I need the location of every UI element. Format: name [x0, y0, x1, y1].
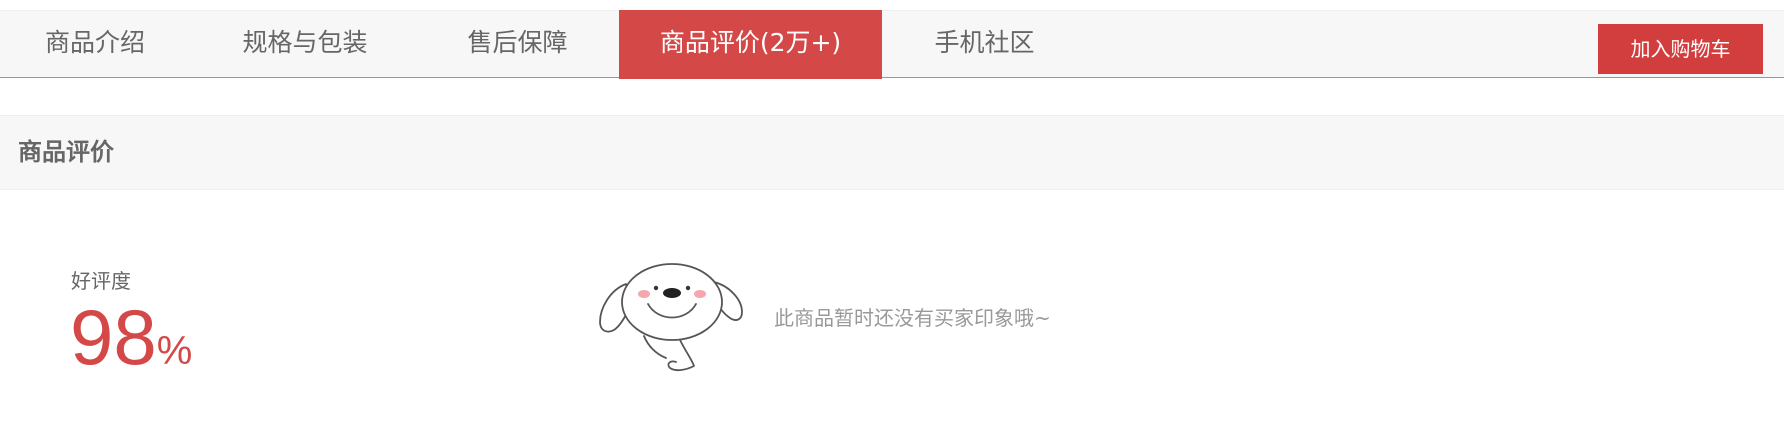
rating-label: 好评度 [71, 269, 131, 293]
product-tab-bar: 商品介绍 规格与包装 售后保障 商品评价(2万+) 手机社区 加入购物车 [0, 10, 1784, 79]
rating-percent-sign: % [156, 329, 193, 373]
rating-number: 98 [70, 293, 157, 381]
no-impressions-message: 此商品暂时还没有买家印象哦~ [774, 306, 1051, 330]
tab-reviews[interactable]: 商品评价(2万+) [619, 10, 882, 79]
section-title: 商品评价 [18, 138, 114, 166]
reviews-section-header: 商品评价 [0, 115, 1784, 190]
add-to-cart-button[interactable]: 加入购物车 [1598, 24, 1763, 74]
product-detail-page: 商品介绍 规格与包装 售后保障 商品评价(2万+) 手机社区 加入购物车 商品评… [0, 0, 1784, 444]
tab-phone-community[interactable]: 手机社区 [882, 10, 1087, 79]
tab-specs-packaging[interactable]: 规格与包装 [190, 10, 420, 79]
tab-after-sales[interactable]: 售后保障 [420, 10, 615, 79]
jd-dog-mascot-icon [599, 263, 743, 372]
tab-product-intro[interactable]: 商品介绍 [0, 10, 190, 79]
rating-value: 98% [70, 292, 192, 382]
